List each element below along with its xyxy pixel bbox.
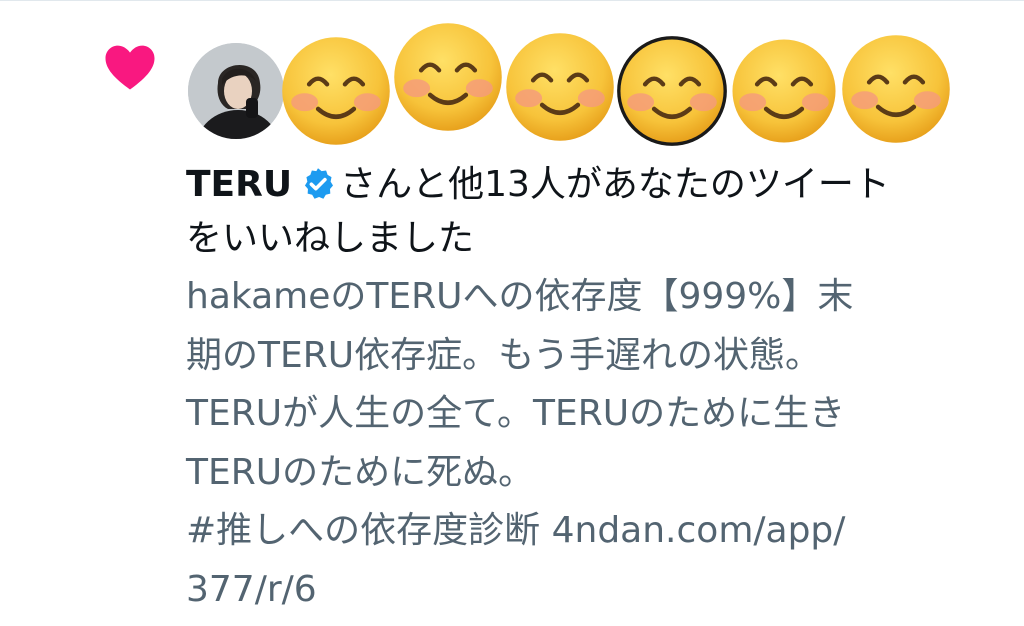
smiling-face-icon[interactable] (840, 33, 952, 145)
tweet-line: hakameのTERUへの依存度【999%】末 (186, 276, 854, 317)
smiling-face-icon[interactable] (616, 35, 728, 147)
heart-icon (105, 45, 155, 90)
tweet-line: 期のTERU依存症。もう手遅れの状態。 (186, 334, 822, 376)
tweet-line: #推しへの依存度診断 4ndan.com/app/ (186, 510, 846, 551)
smiling-face-icon[interactable] (280, 35, 392, 147)
tweet-line: 377/r/6 (186, 568, 317, 610)
like-notification-message: TERU さんと他13人があなたのツイート をいいねしました (186, 158, 996, 266)
like-message-text: さんと他13人があなたのツイート (340, 164, 890, 205)
smiling-face-icon[interactable] (504, 31, 616, 143)
avatar-photo-icon (188, 43, 284, 139)
verified-badge-icon (305, 168, 334, 199)
smiling-face-icon[interactable] (728, 35, 840, 147)
liked-by-avatars (186, 23, 986, 146)
avatar[interactable] (186, 41, 286, 141)
smiling-face-icon[interactable] (392, 21, 504, 133)
user-name[interactable]: TERU (186, 164, 292, 205)
tweet-preview[interactable]: hakameのTERUへの依存度【999%】末 期のTERU依存症。もう手遅れの… (186, 268, 996, 619)
like-message-text-continued: をいいねしました (186, 218, 475, 259)
tweet-line: TERUが人生の全て。TERUのために生き (186, 393, 846, 434)
tweet-line: TERUのために死ぬ。 (186, 451, 535, 493)
top-divider (0, 0, 1024, 1)
